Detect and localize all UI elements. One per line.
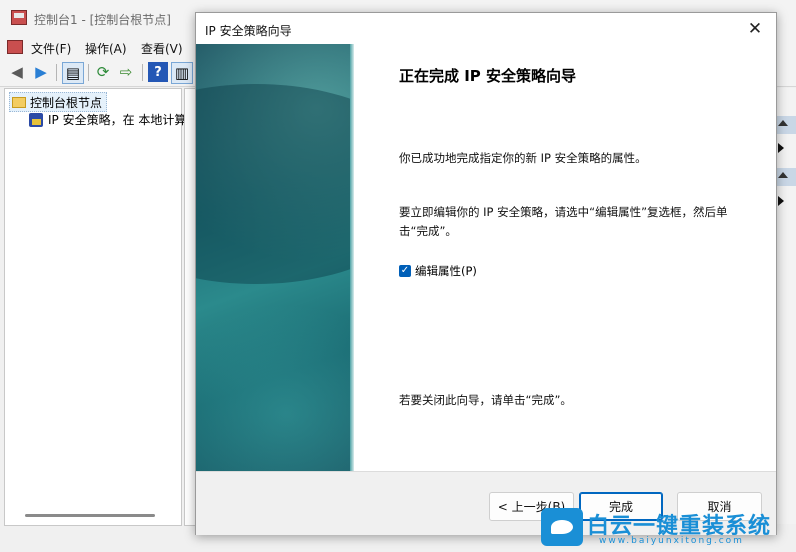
tree-root-label: 控制台根节点	[30, 95, 103, 110]
wizard-edit-instructions: 要立即编辑你的 IP 安全策略，请选中“编辑属性”复选框，然后单击“完成”。	[399, 205, 728, 238]
show-action-pane-icon[interactable]: ▥	[171, 62, 193, 84]
watermark-url: www.baiyunxitong.com	[599, 536, 744, 546]
collapse-up-icon	[778, 172, 788, 178]
collapse-up-icon	[778, 120, 788, 126]
ip-security-policy-icon	[29, 112, 43, 127]
menu-action[interactable]: 操作(A)	[85, 40, 127, 57]
toolbar-separator	[56, 64, 57, 81]
wizard-success-text: 你已成功地完成指定你的新 IP 安全策略的属性。	[399, 151, 647, 165]
watermark-logo: 白云一键重装系统 www.baiyunxitong.com	[541, 508, 793, 550]
bird-logo-icon	[541, 508, 583, 546]
back-arrow-icon[interactable]: ◀	[7, 62, 27, 82]
toolbar-separator	[142, 64, 143, 81]
more-actions-arrow-icon[interactable]	[778, 143, 784, 153]
forward-arrow-icon[interactable]: ▶	[31, 62, 51, 82]
wizard-content: 正在完成 IP 安全策略向导 你已成功地完成指定你的新 IP 安全策略的属性。 …	[354, 44, 775, 471]
tree-root-node[interactable]: 控制台根节点	[9, 92, 108, 112]
console-tree-pane: 控制台根节点 IP 安全策略，在 本地计算机	[4, 88, 198, 526]
checkmark-icon[interactable]: ✓	[399, 265, 411, 277]
mmc-window-title: 控制台1 - [控制台根节点]	[34, 13, 171, 27]
folder-icon	[12, 96, 26, 108]
export-list-icon[interactable]: ⇨	[116, 62, 136, 82]
ip-security-policy-wizard-dialog: IP 安全策略向导 ✕ 正在完成 IP 安全策略向导 你已成功地完成指定你的新 …	[195, 12, 777, 535]
horizontal-scrollbar[interactable]	[25, 514, 155, 517]
mmc-system-menu-icon[interactable]	[7, 40, 23, 54]
wizard-heading: 正在完成 IP 安全策略向导	[399, 67, 577, 85]
edit-properties-label[interactable]: 编辑属性(P)	[415, 263, 477, 279]
wizard-close-instructions: 若要关闭此向导，请单击“完成”。	[399, 393, 572, 407]
tree-child-label: IP 安全策略，在 本地计算机	[48, 113, 199, 127]
edit-properties-checkbox-row[interactable]: ✓ 编辑属性(P)	[399, 263, 477, 279]
mmc-app-icon	[11, 10, 27, 25]
dialog-title: IP 安全策略向导	[205, 24, 292, 38]
more-actions-arrow-icon[interactable]	[778, 196, 784, 206]
tree-ip-security-node[interactable]: IP 安全策略，在 本地计算机	[29, 111, 198, 128]
wizard-banner-image	[196, 44, 354, 471]
toolbar-separator	[88, 64, 89, 81]
menu-view[interactable]: 查看(V)	[141, 40, 183, 57]
help-icon[interactable]: ?	[148, 62, 168, 82]
show-hide-tree-icon[interactable]: ▤	[62, 62, 84, 84]
close-icon[interactable]: ✕	[744, 18, 766, 40]
actions-section-header[interactable]	[774, 168, 796, 186]
dialog-titlebar: IP 安全策略向导 ✕	[196, 13, 776, 44]
actions-section-header[interactable]	[774, 116, 796, 134]
refresh-icon[interactable]: ⟳	[93, 62, 113, 82]
menu-file[interactable]: 文件(F)	[31, 40, 71, 57]
